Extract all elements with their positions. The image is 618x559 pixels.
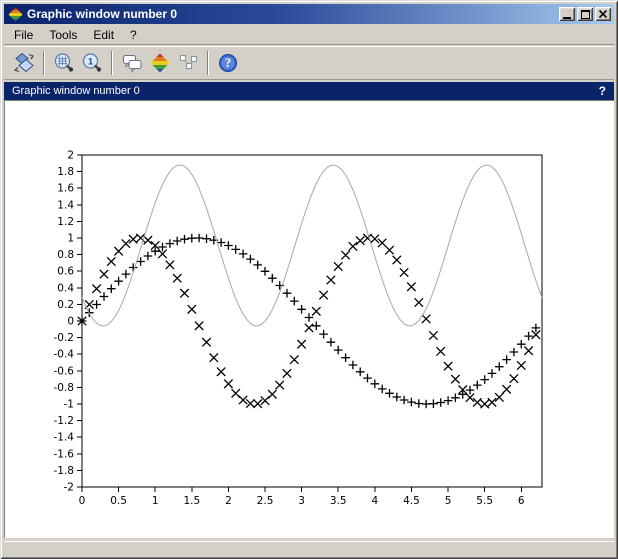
svg-text:0: 0 [79, 495, 86, 507]
menu-tools[interactable]: Tools [41, 26, 85, 44]
svg-text:1.6: 1.6 [57, 183, 74, 195]
close-button[interactable] [595, 7, 611, 21]
svg-text:1.8: 1.8 [57, 166, 74, 178]
close-icon [599, 10, 607, 18]
svg-text:-1.4: -1.4 [54, 432, 75, 444]
svg-text:1.4: 1.4 [57, 199, 74, 211]
minimize-icon [563, 17, 571, 19]
svg-text:2.5: 2.5 [257, 495, 274, 507]
plot-canvas: 0 0.5 1 1.5 2 2.5 3 3.5 4 4.5 5 5.5 6 -2 -1.8 -1.6 -1.4 -… [4, 100, 614, 538]
toolbar-separator [43, 51, 45, 75]
svg-text:-0.8: -0.8 [54, 382, 75, 394]
menu-edit[interactable]: Edit [85, 26, 122, 44]
svg-text:6: 6 [518, 495, 525, 507]
info-bar: Graphic window number 0 ? [4, 82, 614, 100]
svg-text:-0.6: -0.6 [54, 365, 75, 377]
svg-text:0: 0 [67, 316, 74, 328]
scilab-app-icon [8, 7, 23, 22]
maximize-button[interactable] [577, 7, 593, 21]
svg-text:-1: -1 [64, 399, 74, 411]
zoom-reset-button[interactable]: 1 [78, 50, 105, 77]
plot-svg: 0 0.5 1 1.5 2 2.5 3 3.5 4 4.5 5 5.5 6 -2 -1.8 -1.6 -1.4 -… [5, 101, 614, 538]
info-bar-help[interactable]: ? [599, 84, 606, 98]
window-title: Graphic window number 0 [27, 7, 557, 21]
svg-text:-1.2: -1.2 [54, 415, 75, 427]
scilab-diamond-button[interactable] [146, 50, 173, 77]
zoom-area-button[interactable] [50, 50, 77, 77]
svg-text:0.6: 0.6 [57, 266, 74, 278]
info-bar-title: Graphic window number 0 [12, 85, 140, 97]
menu-file[interactable]: File [6, 26, 41, 44]
svg-text:1: 1 [87, 57, 93, 68]
menu-bar: File Tools Edit ? [4, 26, 614, 45]
rotate-button[interactable] [10, 50, 37, 77]
toolbar: 1 [4, 46, 614, 80]
graphic-window: Graphic window number 0 File Tools Edit … [0, 0, 618, 559]
menu-help[interactable]: ? [122, 26, 145, 44]
svg-text:0.8: 0.8 [57, 249, 74, 261]
svg-text:4.5: 4.5 [403, 495, 420, 507]
svg-text:1.2: 1.2 [57, 216, 74, 228]
svg-text:2: 2 [67, 150, 74, 162]
title-bar[interactable]: Graphic window number 0 [4, 4, 614, 24]
toolbar-separator [111, 51, 113, 75]
svg-text:-0.2: -0.2 [54, 332, 75, 344]
svg-text:1: 1 [67, 233, 74, 245]
svg-text:4: 4 [372, 495, 379, 507]
minimize-button[interactable] [559, 7, 575, 21]
help-icon: ? [217, 52, 239, 74]
svg-text:-2: -2 [64, 482, 74, 494]
svg-text:1.5: 1.5 [183, 495, 200, 507]
svg-text:-1.8: -1.8 [54, 465, 75, 477]
svg-text:?: ? [224, 56, 230, 70]
zoom-area-icon [53, 52, 75, 74]
svg-text:-1.6: -1.6 [54, 448, 75, 460]
dialogs-button[interactable] [118, 50, 145, 77]
help-button[interactable]: ? [214, 50, 241, 77]
svg-text:5.5: 5.5 [476, 495, 493, 507]
svg-text:1: 1 [152, 495, 159, 507]
maximize-icon [581, 10, 590, 19]
svg-text:0.2: 0.2 [57, 299, 74, 311]
svg-text:-0.4: -0.4 [54, 349, 75, 361]
graph-nodes-button[interactable] [174, 50, 201, 77]
svg-text:3: 3 [298, 495, 305, 507]
svg-text:2: 2 [225, 495, 232, 507]
svg-text:5: 5 [445, 495, 452, 507]
scilab-diamond-icon [149, 52, 171, 74]
status-bar [4, 541, 614, 556]
svg-text:0.5: 0.5 [110, 495, 127, 507]
svg-text:3.5: 3.5 [330, 495, 347, 507]
graph-nodes-icon [177, 52, 199, 74]
rotate-icon [13, 52, 35, 74]
toolbar-separator [207, 51, 209, 75]
zoom-reset-icon: 1 [81, 52, 103, 74]
svg-text:0.4: 0.4 [57, 282, 74, 294]
dialogs-icon [121, 52, 143, 74]
